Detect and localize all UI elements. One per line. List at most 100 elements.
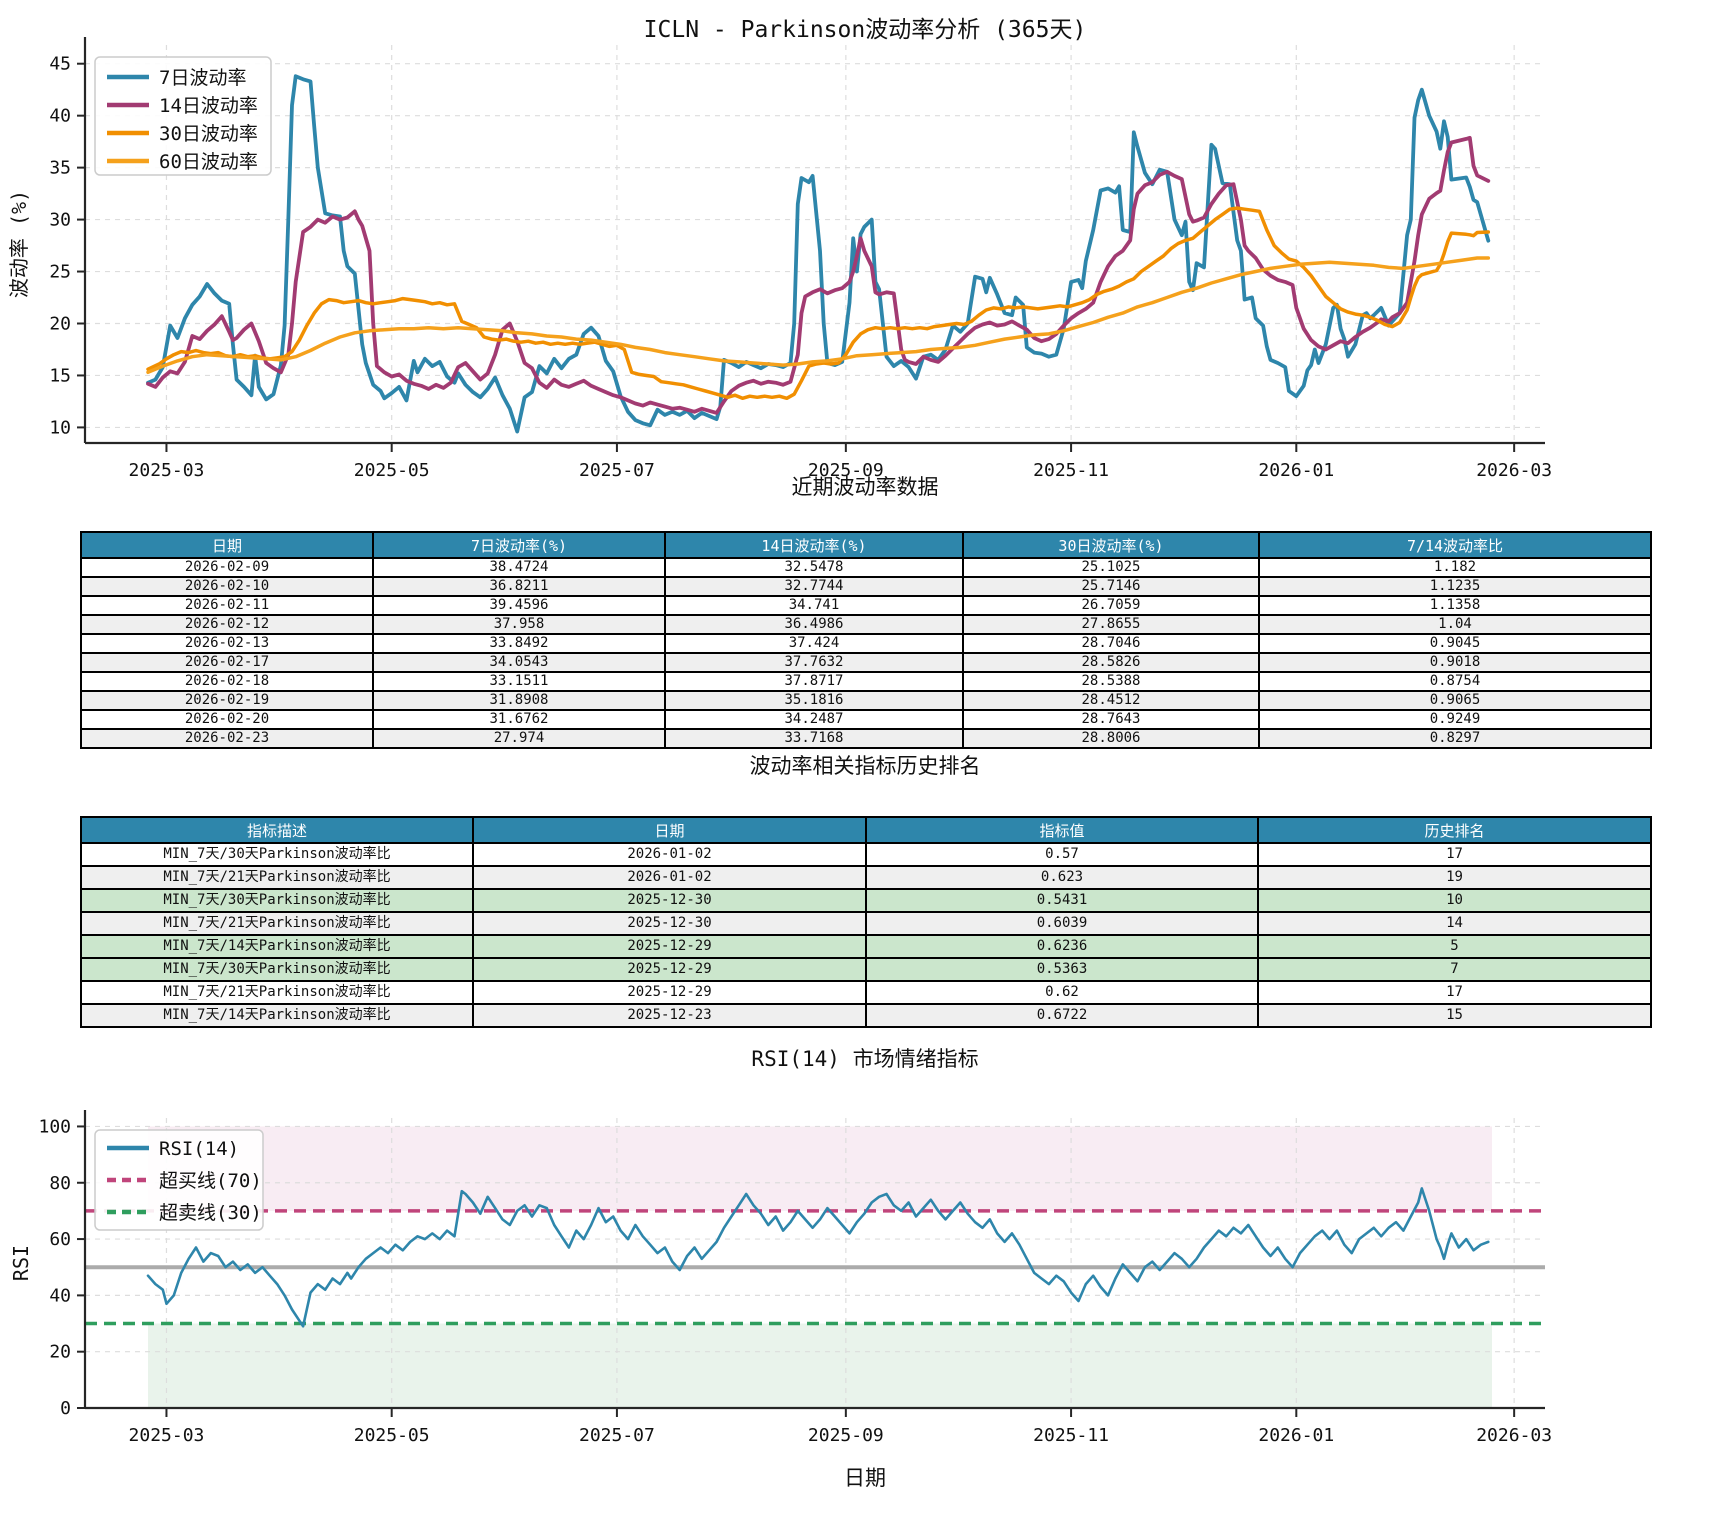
table-row: MIN_7天/30天Parkinson波动率比 2025-12-30 0.5431 1… — [80, 888, 1652, 913]
table-cell: 0.9045 — [1258, 633, 1652, 654]
legend-label: RSI(14) — [159, 1138, 239, 1160]
y-tick-label: 40 — [49, 1285, 71, 1306]
table-row: MIN_7天/14天Parkinson波动率比 2025-12-29 0.6236 5 — [80, 934, 1652, 959]
series-line-60日波动率 — [146, 256, 1491, 375]
table-cell: MIN_7天/30天Parkinson波动率比 — [80, 957, 474, 982]
x-tick-label: 2025-03 — [129, 1425, 205, 1446]
column-header: 历史排名 — [1257, 816, 1652, 844]
x-tick-label: 2025-07 — [579, 1425, 655, 1446]
table-cell: 2025-12-23 — [472, 1003, 867, 1028]
table-cell: 39.4596 — [372, 595, 666, 616]
table-cell: MIN_7天/30天Parkinson波动率比 — [80, 888, 474, 913]
table-cell: 37.958 — [372, 614, 666, 635]
y-axis-label: 波动率 (%) — [7, 190, 31, 298]
header-row: 指标描述 日期 指标值 历史排名 — [80, 816, 1652, 844]
table-cell: 2025-12-30 — [472, 888, 867, 913]
table-cell: 33.7168 — [664, 728, 964, 749]
table-row: MIN_7天/21天Parkinson波动率比 2025-12-29 0.62 17 — [80, 980, 1652, 1005]
header-row: 日期 7日波动率(%) 14日波动率(%) 30日波动率(%) 7/14波动率比 — [80, 531, 1652, 559]
table-cell: 0.9249 — [1258, 709, 1652, 730]
table-row: 2026-02-20 31.6762 34.2487 28.7643 0.9249 — [80, 709, 1652, 730]
table-cell: 7 — [1257, 957, 1652, 982]
table-cell: 2026-01-02 — [472, 842, 867, 867]
ranking-table-title: 波动率相关指标历史排名 — [749, 754, 981, 778]
column-header: 指标描述 — [80, 816, 474, 844]
table-cell: 0.6039 — [865, 911, 1259, 936]
table-cell: MIN_7天/21天Parkinson波动率比 — [80, 865, 474, 890]
y-tick-label: 0 — [60, 1398, 71, 1419]
y-tick-label: 25 — [49, 262, 71, 283]
table-cell: 25.7146 — [962, 576, 1260, 597]
table-row: MIN_7天/14天Parkinson波动率比 2025-12-23 0.6722 1… — [80, 1003, 1652, 1028]
table-cell: 2025-12-29 — [472, 934, 867, 959]
table-cell: 34.0543 — [372, 652, 666, 673]
table-cell: 2026-02-12 — [80, 614, 374, 635]
column-header: 日期 — [80, 531, 374, 559]
table-cell: 2026-02-10 — [80, 576, 374, 597]
table-row: 2026-02-11 39.4596 34.741 26.7059 1.1358 — [80, 595, 1652, 616]
table-row: 2026-02-23 27.974 33.7168 28.8006 0.8297 — [80, 728, 1652, 749]
table-cell: 28.8006 — [962, 728, 1260, 749]
table-cell: 1.1358 — [1258, 595, 1652, 616]
table-cell: 35.1816 — [664, 690, 964, 711]
table-cell: 2026-02-20 — [80, 709, 374, 730]
table-cell: MIN_7天/14天Parkinson波动率比 — [80, 934, 474, 959]
y-tick-label: 20 — [49, 313, 71, 334]
table-row: MIN_7天/21天Parkinson波动率比 2025-12-30 0.6039 1… — [80, 911, 1652, 936]
table-row: 2026-02-10 36.8211 32.7744 25.7146 1.1235 — [80, 576, 1652, 597]
y-tick-label: 35 — [49, 158, 71, 179]
table-cell: 31.8908 — [372, 690, 666, 711]
y-tick-label: 100 — [38, 1116, 71, 1137]
table-row: MIN_7天/21天Parkinson波动率比 2026-01-02 0.623 19 — [80, 865, 1652, 890]
threshold-band — [148, 1126, 1492, 1211]
table-row: 2026-02-17 34.0543 37.7632 28.5826 0.9018 — [80, 652, 1652, 673]
table-cell: 32.5478 — [664, 557, 964, 578]
parkinson-volatility-plot-area: 10152025303540452025-03 2025-05 2025-07 202… — [7, 37, 1552, 481]
table-cell: 28.5388 — [962, 671, 1260, 692]
table-cell: 0.57 — [865, 842, 1259, 867]
table-cell: 0.6722 — [865, 1003, 1259, 1028]
table-cell: 0.8297 — [1258, 728, 1652, 749]
table-cell: 33.8492 — [372, 633, 666, 654]
table-cell: 0.623 — [865, 865, 1259, 890]
table-cell: 0.5363 — [865, 957, 1259, 982]
table-cell: 34.2487 — [664, 709, 964, 730]
y-tick-label: 40 — [49, 106, 71, 127]
table-cell: 19 — [1257, 865, 1652, 890]
table-cell: MIN_7天/30天Parkinson波动率比 — [80, 842, 474, 867]
legend-label: 7日波动率 — [159, 67, 246, 89]
table-row: 2026-02-13 33.8492 37.424 28.7046 0.9045 — [80, 633, 1652, 654]
table-cell: 37.7632 — [664, 652, 964, 673]
rsi-plot-area: 0 20 40 60 80 100 2025-03 2025-05 2025-07 2025-09… — [9, 1110, 1552, 1446]
column-header: 日期 — [472, 816, 867, 844]
table-cell: MIN_7天/21天Parkinson波动率比 — [80, 911, 474, 936]
table-cell: 1.1235 — [1258, 576, 1652, 597]
rsi-line-chart: 0 20 40 60 80 100 2025-03 2025-05 2025-07 2025-09… — [9, 1110, 1552, 1446]
table-cell: MIN_7天/14天Parkinson波动率比 — [80, 1003, 474, 1028]
table-cell: 5 — [1257, 934, 1652, 959]
table-cell: 37.424 — [664, 633, 964, 654]
volatility-line-chart: 10152025303540452025-03 2025-05 2025-07 202… — [7, 37, 1552, 481]
volatility-analysis-page: ICLN - Parkinson波动率分析 (365天) 10 15 20 25 30 3… — [0, 0, 1729, 1515]
table-cell: 17 — [1257, 842, 1652, 867]
table-cell: 2026-02-19 — [80, 690, 374, 711]
x-tick-label: 2026-01 — [1258, 1425, 1334, 1446]
x-tick-label: 2026-03 — [1476, 1425, 1552, 1446]
table-cell: 28.7643 — [962, 709, 1260, 730]
table-cell: 28.7046 — [962, 633, 1260, 654]
table-cell: 27.974 — [372, 728, 666, 749]
table-cell: 17 — [1257, 980, 1652, 1005]
table-row: MIN_7天/30天Parkinson波动率比 2025-12-29 0.5363 7 — [80, 957, 1652, 982]
table-cell: 36.4986 — [664, 614, 964, 635]
recent-volatility-table: 日期 7日波动率(%) 14日波动率(%) 30日波动率(%) 7/14波动率比 2026… — [80, 531, 1652, 749]
table-row: MIN_7天/30天Parkinson波动率比 2026-01-02 0.57 17 — [80, 842, 1652, 867]
table-cell: 33.1511 — [372, 671, 666, 692]
table-cell: 27.8655 — [962, 614, 1260, 635]
table-cell: 0.6236 — [865, 934, 1259, 959]
table-cell: 2026-02-13 — [80, 633, 374, 654]
y-tick-label: 80 — [49, 1173, 71, 1194]
x-tick-label: 2025-09 — [808, 1425, 884, 1446]
y-tick-label: 60 — [49, 1229, 71, 1250]
table-row: 2026-02-18 33.1511 37.8717 28.5388 0.8754 — [80, 671, 1652, 692]
column-header: 7/14波动率比 — [1258, 531, 1652, 559]
